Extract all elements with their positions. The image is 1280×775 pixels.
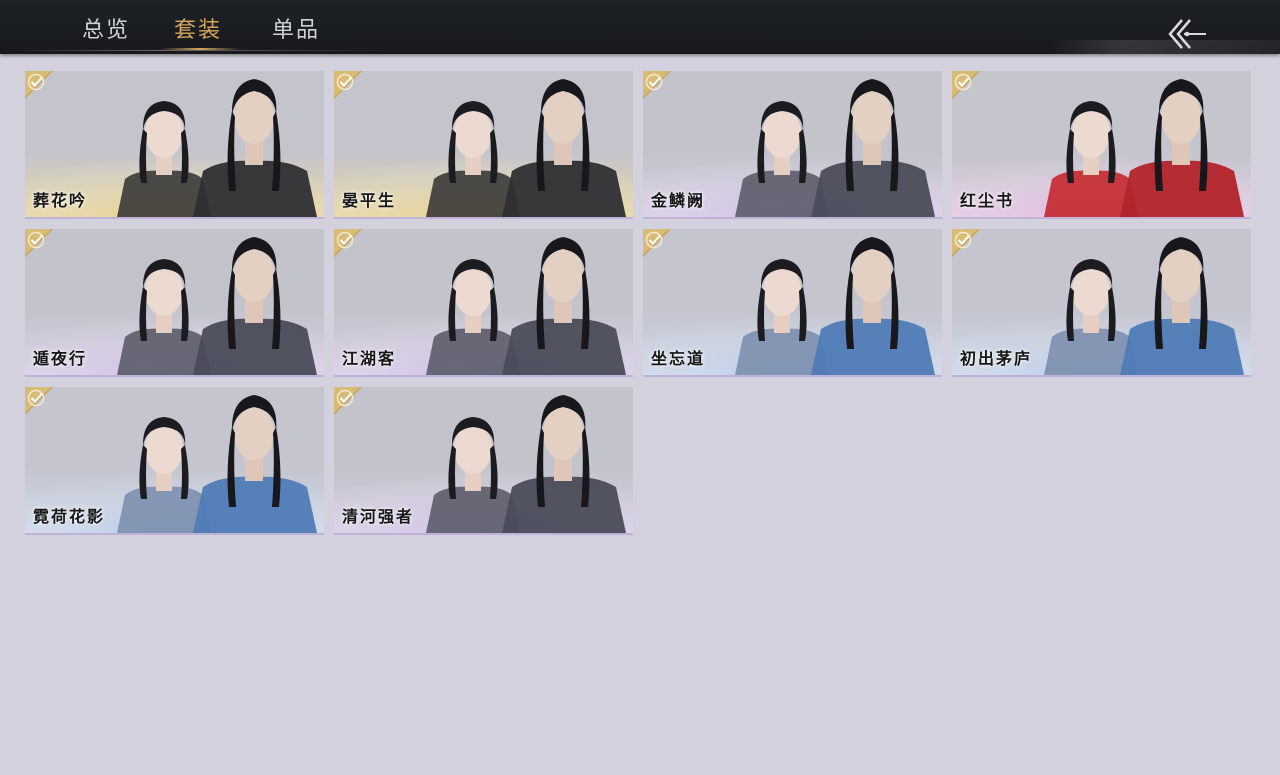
outfit-name: 晏平生 [342, 191, 397, 210]
owned-checkmark-icon [334, 229, 362, 257]
tab-overview[interactable]: 总览 [82, 14, 130, 48]
owned-checkmark-icon [25, 387, 53, 415]
outfit-card[interactable]: 晏平生 [334, 71, 633, 219]
outfit-name: 葬花吟 [33, 191, 88, 210]
owned-checkmark-icon [643, 229, 671, 257]
outfit-card[interactable]: 霓荷花影 [25, 387, 324, 535]
active-tab-underline [160, 48, 240, 50]
owned-checkmark-icon [334, 71, 362, 99]
tab-single-items[interactable]: 单品 [272, 14, 320, 48]
owned-checkmark-icon [25, 229, 53, 257]
outfit-card[interactable]: 葬花吟 [25, 71, 324, 219]
outfit-name: 初出茅庐 [960, 349, 1033, 368]
owned-checkmark-icon [25, 71, 53, 99]
outfit-card[interactable]: 遁夜行 [25, 229, 324, 377]
outfit-card[interactable]: 坐忘道 [643, 229, 942, 377]
outfit-name: 坐忘道 [651, 349, 706, 368]
outfit-name: 霓荷花影 [33, 507, 106, 526]
double-chevron-left-arrow-icon [1168, 19, 1206, 49]
owned-checkmark-icon [643, 71, 671, 99]
owned-checkmark-icon [952, 71, 980, 99]
top-navigation-bar: 总览 套装 单品 [0, 0, 1280, 54]
outfit-card[interactable]: 金鳞阙 [643, 71, 942, 219]
outfit-name: 清河强者 [342, 507, 415, 526]
outfit-card[interactable]: 清河强者 [334, 387, 633, 535]
outfit-name: 遁夜行 [33, 349, 88, 368]
outfit-card[interactable]: 初出茅庐 [952, 229, 1251, 377]
outfit-card[interactable]: 红尘书 [952, 71, 1251, 219]
owned-checkmark-icon [952, 229, 980, 257]
back-button[interactable] [1160, 16, 1212, 52]
outfit-card[interactable]: 江湖客 [334, 229, 633, 377]
outfit-name: 红尘书 [960, 191, 1015, 210]
outfit-name: 金鳞阙 [651, 191, 706, 210]
outfit-name: 江湖客 [342, 349, 397, 368]
tab-outfit-sets[interactable]: 套装 [174, 14, 222, 48]
tab-divider-line [10, 50, 390, 51]
owned-checkmark-icon [334, 387, 362, 415]
